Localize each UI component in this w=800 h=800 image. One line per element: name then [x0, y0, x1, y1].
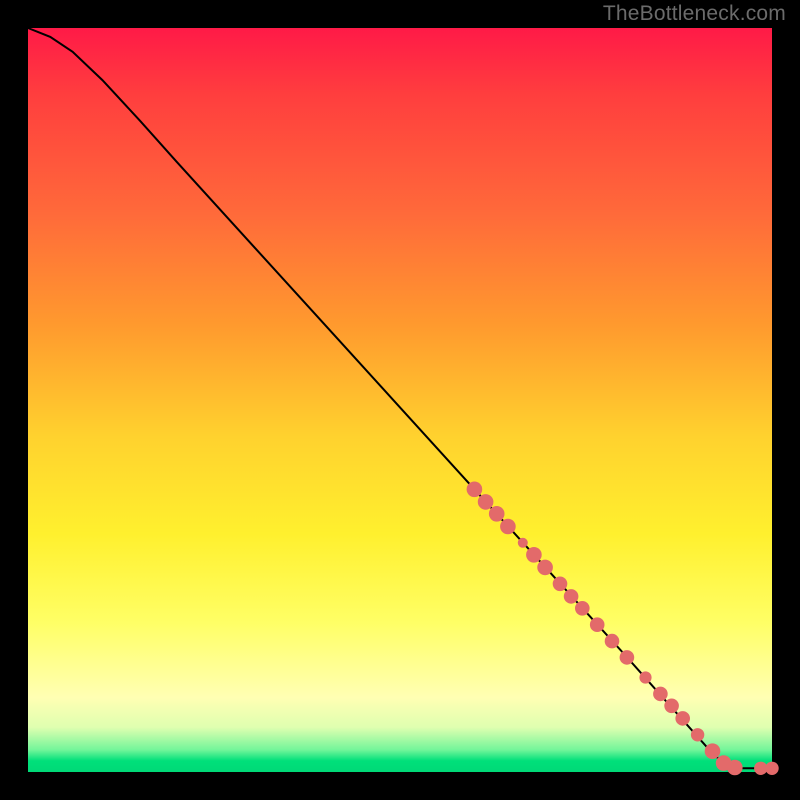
data-marker — [765, 762, 778, 775]
data-marker — [639, 671, 651, 683]
data-marker — [575, 601, 590, 616]
data-marker — [664, 699, 679, 714]
data-marker — [590, 617, 605, 632]
data-marker — [553, 577, 568, 592]
data-marker — [489, 506, 505, 522]
data-marker — [605, 634, 620, 649]
data-marker — [620, 650, 635, 665]
data-marker — [675, 711, 690, 726]
data-marker — [537, 560, 553, 576]
watermark-text: TheBottleneck.com — [603, 2, 786, 26]
marker-group — [467, 482, 779, 776]
data-marker — [727, 760, 743, 776]
data-marker — [500, 519, 516, 535]
data-marker — [705, 743, 721, 759]
data-marker — [518, 538, 528, 548]
data-marker — [564, 589, 579, 604]
data-marker — [691, 728, 704, 741]
data-marker — [653, 687, 668, 702]
data-marker — [478, 494, 494, 510]
data-marker — [467, 482, 483, 498]
plot-area — [28, 28, 772, 772]
chart-overlay — [28, 28, 772, 772]
data-marker — [526, 547, 542, 563]
chart-stage: TheBottleneck.com — [0, 0, 800, 800]
bottleneck-curve — [28, 28, 772, 768]
